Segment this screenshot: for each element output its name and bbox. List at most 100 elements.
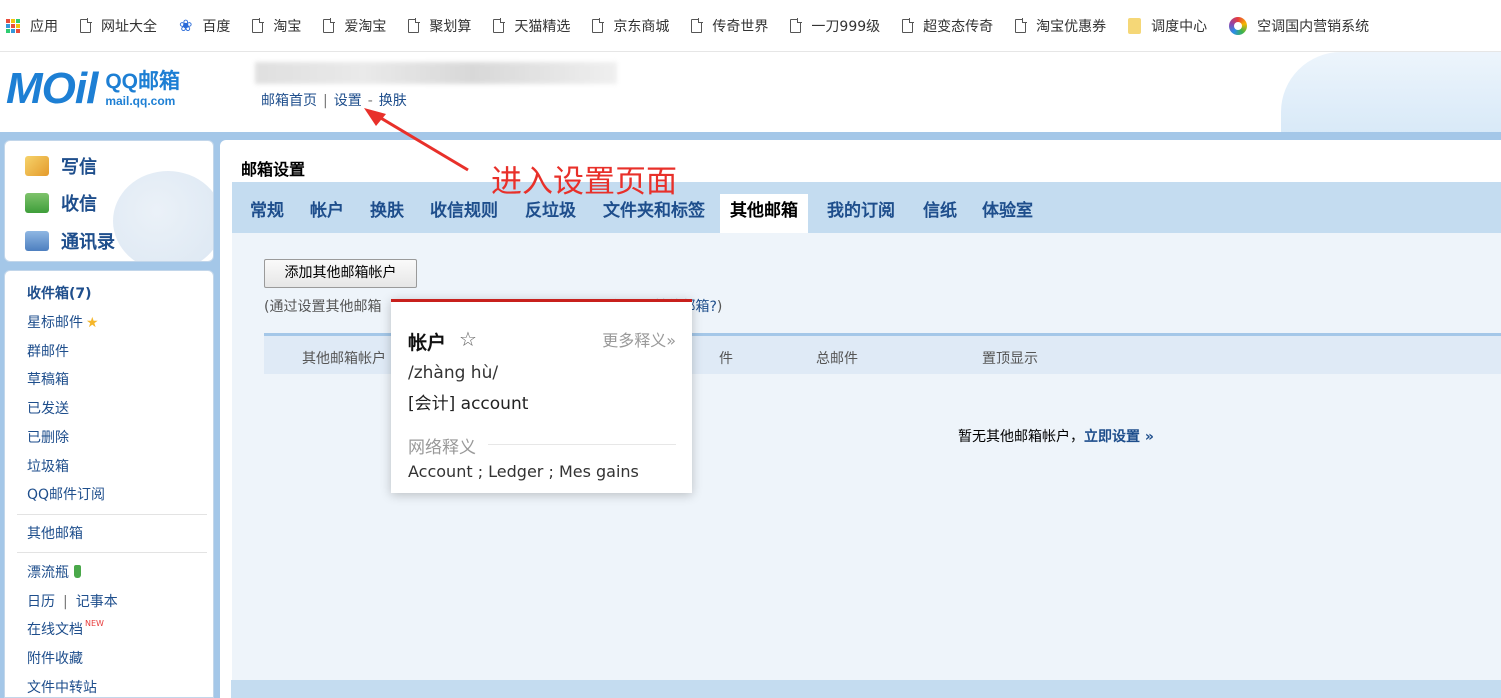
compose-button[interactable]: 写信 — [25, 153, 97, 179]
bookmark-label: 传奇世界 — [712, 18, 769, 35]
page-icon — [493, 17, 506, 33]
page-icon — [592, 17, 605, 33]
bookmark-label: 空调国内营销系统 — [1257, 18, 1370, 35]
setup-now-link[interactable]: 立即设置 » — [1084, 429, 1154, 445]
more-definitions-link[interactable]: 更多释义» — [602, 327, 676, 351]
annotation-arrow-icon — [364, 108, 469, 172]
sidebar-item-drift-bottle[interactable]: 漂流瓶 — [27, 562, 81, 582]
tab-other-mailbox[interactable]: 其他邮箱 — [720, 194, 808, 233]
contacts-label: 通讯录 — [61, 232, 115, 253]
sidebar-divider — [17, 552, 207, 553]
bookmark-item[interactable]: 爱淘宝 — [323, 16, 386, 36]
bookmark-item[interactable]: 天猫精选 — [493, 16, 570, 36]
bookmark-label: 天猫精选 — [514, 18, 571, 35]
sidebar-item-online-docs[interactable]: 在线文档 NEW — [27, 619, 104, 639]
tab-lab[interactable]: 体验室 — [972, 194, 1043, 233]
web-definition-heading: 网络释义 — [408, 438, 476, 458]
sidebar-item-label: 星标邮件 — [27, 315, 83, 331]
contacts-button[interactable]: 通讯录 — [25, 228, 115, 254]
bookmark-item[interactable]: 一刀999级 — [790, 16, 880, 36]
mail-header: MOil QQ邮箱 mail.qq.com 邮箱首页 | 设置 - 换肤 — [0, 52, 1501, 132]
link-separator: | — [323, 93, 328, 109]
bookmark-item[interactable]: 调度中心 — [1128, 16, 1207, 36]
sidebar-item-other-mailbox[interactable]: 其他邮箱 — [27, 523, 83, 543]
column-header-total: 总邮件 — [816, 351, 858, 367]
bookmark-item[interactable]: 京东商城 — [592, 16, 669, 36]
page-icon — [408, 17, 421, 33]
page-icon — [1015, 17, 1028, 33]
dictionary-word: 帐户 — [408, 332, 447, 354]
bookmark-item[interactable]: 聚划算 — [408, 16, 471, 36]
new-badge: NEW — [85, 619, 104, 628]
apps-grid-icon — [6, 18, 20, 33]
sidebar-item-file-transfer[interactable]: 文件中转站 — [27, 677, 97, 697]
receive-button[interactable]: 收信 — [25, 190, 97, 216]
column-header-account: 其他邮箱帐户 — [302, 351, 386, 367]
link-separator: | — [63, 594, 68, 610]
sidebar-item-group[interactable]: 群邮件 — [27, 341, 69, 361]
bookmark-item[interactable]: 空调国内营销系统 — [1229, 16, 1369, 36]
sidebar-item-sent[interactable]: 已发送 — [27, 398, 69, 418]
logo-brand: QQ邮箱 mail.qq.com — [105, 71, 180, 107]
contacts-card-icon — [25, 231, 49, 251]
tab-general[interactable]: 常规 — [240, 194, 294, 233]
bookmark-label: 网址大全 — [101, 18, 157, 35]
sidebar-actions: 写信 收信 通讯录 — [4, 140, 214, 262]
tab-subscriptions[interactable]: 我的订阅 — [817, 194, 905, 233]
dictionary-popup: 帐户 ☆ 更多释义» /zhàng hù/ [会计] account 网络释义 … — [391, 299, 692, 493]
compose-pencil-icon — [25, 156, 49, 176]
bookmarks-bar: 应用 网址大全 ❀ 百度 淘宝 爱淘宝 聚划算 天猫精选 京东商城 传奇世界 一刀… — [0, 0, 1501, 52]
bookmark-item[interactable]: 超变态传奇 — [902, 16, 993, 36]
page-icon — [691, 17, 704, 33]
page-icon — [323, 17, 336, 33]
bottle-icon — [74, 565, 81, 578]
hint-text: ) — [716, 299, 723, 315]
sidebar-item-drafts[interactable]: 草稿箱 — [27, 369, 69, 389]
bookmark-label: 应用 — [30, 18, 58, 35]
bookmark-item[interactable]: 淘宝优惠券 — [1015, 16, 1106, 36]
logo-domain: mail.qq.com — [105, 94, 176, 108]
sidebar-item-attachments[interactable]: 附件收藏 — [27, 648, 83, 668]
sidebar-item-calendar-row: 日历 | 记事本 — [27, 591, 118, 611]
sidebar-item-deleted[interactable]: 已删除 — [27, 427, 69, 447]
bookmark-label: 一刀999级 — [811, 18, 881, 35]
web-definition: Account ; Ledger ; Mes gains — [408, 462, 639, 481]
star-icon: ★ — [86, 315, 99, 331]
annotation-text: 进入设置页面 — [491, 164, 677, 200]
penguin-watermark-icon — [113, 171, 213, 261]
sidebar-item-inbox[interactable]: 收件箱(7) — [27, 283, 92, 303]
mail-home-link[interactable]: 邮箱首页 — [261, 93, 317, 109]
add-other-mailbox-button[interactable]: 添加其他邮箱帐户 — [264, 259, 417, 288]
page-icon — [252, 17, 265, 33]
sidebar-item-subscriptions[interactable]: QQ邮件订阅 — [27, 484, 105, 504]
tab-account[interactable]: 帐户 — [300, 194, 354, 233]
sidebar-item-starred[interactable]: 星标邮件 ★ — [27, 312, 99, 332]
dictionary-definition: [会计] account — [408, 394, 529, 414]
settings-link[interactable]: 设置 — [334, 93, 362, 109]
dictionary-phonetic: /zhàng hù/ — [408, 363, 499, 383]
qq-mail-logo[interactable]: MOil QQ邮箱 mail.qq.com — [6, 64, 180, 113]
sidebar-item-spam[interactable]: 垃圾箱 — [27, 456, 69, 476]
receive-label: 收信 — [61, 194, 97, 215]
bookmark-item[interactable]: ❀ 百度 — [179, 16, 230, 36]
compose-label: 写信 — [61, 157, 97, 178]
favorite-star-icon[interactable]: ☆ — [459, 327, 477, 351]
bookmark-item[interactable]: 传奇世界 — [691, 16, 768, 36]
sidebar-item-notepad[interactable]: 记事本 — [76, 594, 118, 610]
column-header-pin: 置顶显示 — [982, 351, 1038, 367]
page-icon — [80, 17, 92, 33]
baidu-paw-icon: ❀ — [179, 15, 193, 35]
tab-skin[interactable]: 换肤 — [360, 194, 414, 233]
bottom-bar — [231, 680, 1501, 698]
sidebar-item-calendar[interactable]: 日历 — [27, 594, 55, 610]
tab-stationery[interactable]: 信纸 — [913, 194, 967, 233]
empty-text: 暂无其他邮箱帐户， — [958, 429, 1084, 445]
bookmark-apps[interactable]: 应用 — [6, 16, 58, 36]
page-title: 邮箱设置 — [241, 160, 306, 179]
bookmark-item[interactable]: 淘宝 — [252, 16, 301, 36]
bookmark-item[interactable]: 网址大全 — [80, 16, 157, 36]
column-header-mail: 件 — [719, 351, 733, 367]
empty-state: 暂无其他邮箱帐户，立即设置 » — [958, 426, 1154, 446]
bookmark-label: 京东商城 — [613, 18, 670, 35]
bookmark-label: 爱淘宝 — [344, 18, 387, 35]
